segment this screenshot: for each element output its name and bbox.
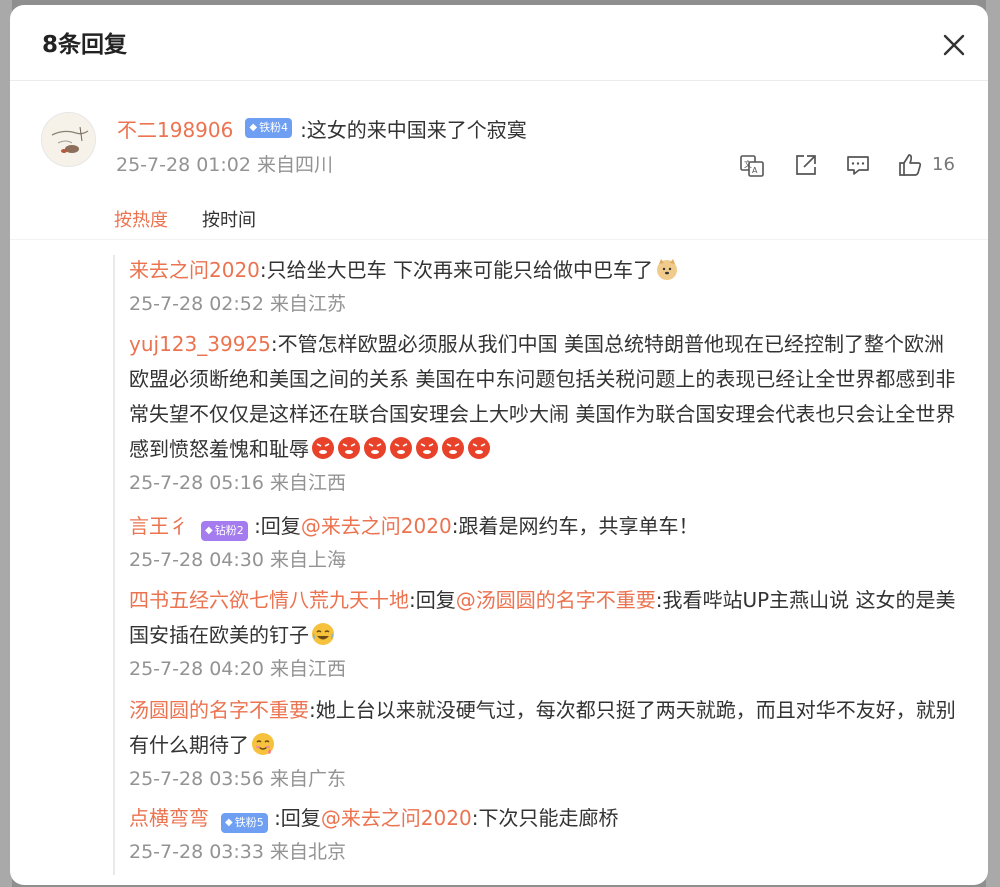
list-item: yuj123_39925:不管怎样欧盟必须服从我们中国 美国总统特朗普他现在已经… bbox=[129, 327, 959, 499]
replies-modal: 8条回复 不二198906 ◆ 铁粉4 :这女的来中国来了个寂寞 25-7-28… bbox=[10, 5, 988, 885]
modal-header: 8条回复 bbox=[10, 5, 988, 81]
reply-thread-line bbox=[113, 255, 115, 875]
fan-badge[interactable]: ◆ 铁粉4 bbox=[245, 118, 293, 138]
reply-username[interactable]: yuj123_39925 bbox=[129, 332, 271, 356]
reply-body: 言王彳 ◆ 钻粉2 :回复@来去之问2020:跟着是网约车，共享单车！ bbox=[129, 509, 959, 544]
angry-emoji-icon bbox=[416, 437, 438, 459]
reply-text: :只给坐大巴车 下次再来可能只给做中巴车了 bbox=[259, 258, 654, 282]
reply-body: 点横弯弯 ◆ 铁粉5 :回复@来去之问2020:下次只能走廊桥 bbox=[129, 801, 959, 836]
reply-prefix: :回复 bbox=[409, 588, 456, 612]
reply-username[interactable]: 言王彳 bbox=[129, 514, 189, 538]
mention-link[interactable]: @汤圆圆的名字不重要 bbox=[456, 588, 656, 612]
divider bbox=[10, 239, 988, 240]
angry-emoji-icon bbox=[312, 437, 334, 459]
drool-emoji-icon bbox=[252, 733, 274, 755]
background-page-right bbox=[986, 0, 1000, 887]
list-item: 来去之问2020:只给坐大巴车 下次再来可能只给做中巴车了 25-7-28 02… bbox=[129, 253, 959, 320]
reply-text: :跟着是网约车，共享单车！ bbox=[451, 514, 699, 538]
angry-emoji-group bbox=[309, 437, 491, 461]
sort-tabs: 按热度 按时间 bbox=[114, 206, 256, 232]
list-item: 汤圆圆的名字不重要:她上台以来就没硬气过，每次都只挺了两天就跪，而且对华不友好，… bbox=[129, 693, 959, 795]
angry-emoji-icon bbox=[364, 437, 386, 459]
diamond-icon: ◆ bbox=[249, 122, 258, 133]
reply-body: 来去之问2020:只给坐大巴车 下次再来可能只给做中巴车了 bbox=[129, 253, 959, 288]
thumbs-up-icon[interactable] bbox=[896, 151, 924, 179]
doge-emoji-icon bbox=[657, 259, 678, 280]
fan-badge-label: 铁粉5 bbox=[234, 816, 264, 829]
fan-badge-label: 钻粉2 bbox=[214, 524, 244, 537]
main-comment-username[interactable]: 不二198906 bbox=[117, 114, 233, 143]
main-comment-line: 不二198906 ◆ 铁粉4 :这女的来中国来了个寂寞 bbox=[117, 113, 527, 143]
fan-badge-label: 铁粉4 bbox=[259, 121, 289, 134]
diamond-icon: ◆ bbox=[205, 525, 213, 536]
reply-username[interactable]: 来去之问2020 bbox=[129, 258, 260, 282]
reply-prefix: :回复 bbox=[254, 514, 301, 538]
angry-emoji-icon bbox=[442, 437, 464, 459]
reply-meta: 25-7-28 04:20 来自江西 bbox=[129, 658, 346, 680]
reply-username[interactable]: 点横弯弯 bbox=[129, 806, 209, 830]
angry-emoji-icon bbox=[338, 437, 360, 459]
laugh-cry-emoji-icon bbox=[312, 623, 334, 645]
like-count: 16 bbox=[932, 154, 955, 175]
reply-username[interactable]: 汤圆圆的名字不重要 bbox=[129, 698, 309, 722]
tab-time[interactable]: 按时间 bbox=[202, 206, 256, 232]
reply-username[interactable]: 四书五经六欲七情八荒九天十地 bbox=[129, 588, 409, 612]
fan-badge[interactable]: ◆ 铁粉5 bbox=[221, 813, 268, 833]
reply-meta: 25-7-28 04:30 来自上海 bbox=[129, 549, 346, 571]
comment-icon[interactable] bbox=[844, 151, 872, 179]
list-item: 四书五经六欲七情八荒九天十地:回复@汤圆圆的名字不重要:我看哔站UP主燕山说 这… bbox=[129, 583, 959, 685]
reply-body: yuj123_39925:不管怎样欧盟必须服从我们中国 美国总统特朗普他现在已经… bbox=[129, 327, 959, 467]
comment-actions: 文 A 16 bbox=[10, 151, 988, 181]
reply-body: 四书五经六欲七情八荒九天十地:回复@汤圆圆的名字不重要:我看哔站UP主燕山说 这… bbox=[129, 583, 959, 653]
reply-meta: 25-7-28 03:33 来自北京 bbox=[129, 841, 346, 863]
svg-text:文: 文 bbox=[744, 159, 752, 169]
reply-meta: 25-7-28 05:16 来自江西 bbox=[129, 472, 346, 494]
list-item: 言王彳 ◆ 钻粉2 :回复@来去之问2020:跟着是网约车，共享单车！ 25-7-2… bbox=[129, 509, 959, 576]
fan-badge[interactable]: ◆ 钻粉2 bbox=[201, 521, 248, 541]
reply-body: 汤圆圆的名字不重要:她上台以来就没硬气过，每次都只挺了两天就跪，而且对华不友好，… bbox=[129, 693, 959, 763]
reply-text: :下次只能走廊桥 bbox=[471, 806, 619, 830]
angry-emoji-icon bbox=[390, 437, 412, 459]
main-comment-text: :这女的来中国来了个寂寞 bbox=[300, 117, 527, 142]
modal-title: 8条回复 bbox=[42, 32, 128, 58]
close-icon[interactable] bbox=[940, 31, 968, 59]
diamond-icon: ◆ bbox=[225, 817, 233, 828]
mention-link[interactable]: @来去之问2020 bbox=[321, 806, 472, 830]
list-item: 点横弯弯 ◆ 铁粉5 :回复@来去之问2020:下次只能走廊桥 25-7-28 03… bbox=[129, 801, 959, 868]
svg-text:A: A bbox=[752, 166, 758, 175]
tab-hot[interactable]: 按热度 bbox=[114, 206, 168, 232]
angry-emoji-icon bbox=[468, 437, 490, 459]
reply-prefix: :回复 bbox=[274, 806, 321, 830]
share-icon[interactable] bbox=[792, 151, 820, 179]
reply-meta: 25-7-28 02:52 来自江苏 bbox=[129, 293, 346, 315]
mention-link[interactable]: @来去之问2020 bbox=[301, 514, 452, 538]
reply-meta: 25-7-28 03:56 来自广东 bbox=[129, 768, 346, 790]
translate-icon[interactable]: 文 A bbox=[738, 151, 766, 179]
